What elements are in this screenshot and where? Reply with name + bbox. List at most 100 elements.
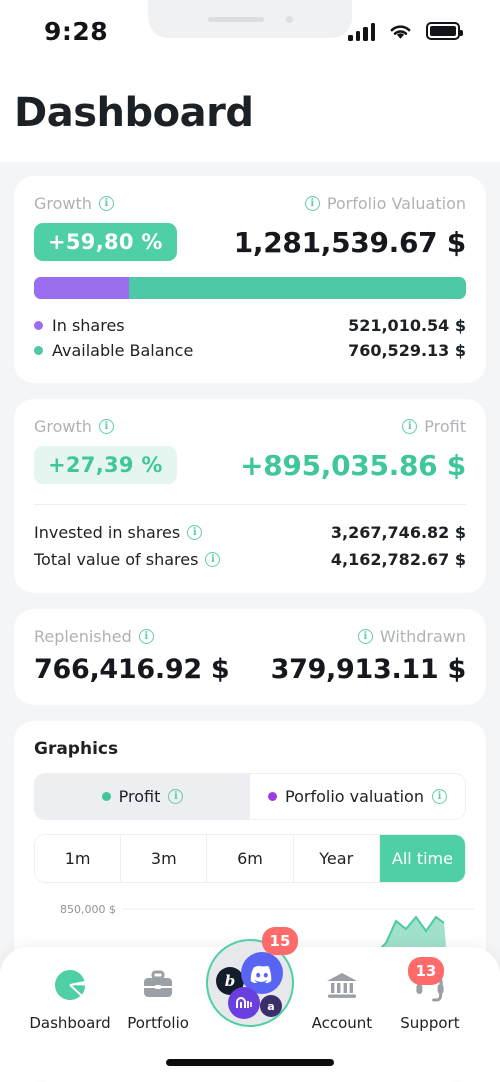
social-cluster-icon[interactable]: b a 15 [205, 927, 298, 1027]
phone-screen: 9:28 Dashboard Growth i i Porfolio Valua… [0, 0, 500, 1082]
app-icon[interactable]: a [259, 995, 282, 1017]
nav-label-portfolio: Portfolio [127, 1014, 189, 1032]
cashflow-card-header: Replenished i i Withdrawn [34, 627, 466, 646]
legend-label: In shares [52, 316, 125, 335]
allocation-available-segment [129, 277, 466, 299]
valuation-growth-label: Growth [34, 194, 92, 213]
bank-icon [322, 965, 362, 1005]
profit-divider [34, 504, 466, 505]
legend-item: In shares 521,010.54 $ [34, 313, 466, 338]
invested-in-shares-value: 3,267,746.82 $ [330, 523, 466, 542]
replenished-label: Replenished [34, 627, 132, 646]
battery-full-icon [426, 22, 463, 40]
valuation-card-header: Growth i i Porfolio Valuation [34, 194, 466, 213]
nav-label-dashboard: Dashboard [29, 1014, 111, 1032]
cashflow-values-row: 766,416.92 $ 379,913.11 $ [34, 654, 466, 685]
replenished-value: 766,416.92 $ [34, 654, 230, 685]
nav-label-support: Support [400, 1014, 460, 1032]
legend-dot-available-balance [34, 346, 43, 355]
portfolio-valuation-card: Growth i i Porfolio Valuation +59,80 % 1… [14, 176, 486, 383]
valuation-values-row: +59,80 % 1,281,539.67 $ [34, 223, 466, 261]
period-year[interactable]: Year [293, 835, 380, 882]
speaker-slot [207, 16, 264, 22]
profit-growth-label: Growth [34, 417, 92, 436]
support-badge-count: 13 [407, 957, 444, 985]
chart-period-selector[interactable]: 1m 3m 6m Year All time [34, 834, 466, 883]
nav-item-dashboard[interactable]: Dashboard [26, 965, 114, 1032]
portfolio-tab-dot [268, 792, 278, 801]
withdrawn-label: Withdrawn [379, 627, 466, 646]
legend-item: Available Balance 760,529.13 $ [34, 338, 466, 363]
wifi-icon [388, 22, 413, 41]
legend-value: 521,010.54 $ [348, 316, 466, 335]
replenished-label-group: Replenished i [34, 627, 154, 646]
status-icons [348, 22, 463, 41]
cashflow-card: Replenished i i Withdrawn 766,416.92 $ 3… [14, 609, 486, 705]
nav-label-account: Account [311, 1014, 373, 1032]
page-title: Dashboard [14, 90, 254, 136]
total-value-of-shares-label: Total value of shares [34, 550, 199, 569]
period-3m[interactable]: 3m [121, 835, 208, 882]
info-icon[interactable]: i [187, 525, 203, 540]
profit-amount: +895,035.86 $ [240, 448, 466, 482]
info-icon[interactable]: i [402, 419, 418, 434]
allocation-legend: In shares 521,010.54 $ Available Balance… [34, 313, 466, 363]
valuation-growth-badge: +59,80 % [34, 223, 177, 261]
y-axis-label: 850,000 $ [60, 903, 116, 916]
headset-icon: 13 [407, 957, 450, 1005]
front-camera-icon [285, 15, 293, 23]
invested-in-shares-label: Invested in shares [34, 523, 181, 542]
period-1m[interactable]: 1m [35, 835, 122, 882]
valuation-title-group: i Porfolio Valuation [304, 194, 466, 213]
tab-profit-label: Profit [118, 787, 161, 806]
device-notch [148, 0, 352, 38]
info-icon[interactable]: i [431, 789, 447, 804]
info-icon[interactable]: i [98, 196, 114, 211]
allocation-in-shares-segment [34, 277, 130, 299]
chart-series-tabs[interactable]: Profit i Porfolio valuation i [34, 773, 466, 820]
legend-dot-in-shares [34, 321, 43, 330]
signal-bars-icon [348, 22, 375, 41]
valuation-amount: 1,281,539.67 $ [233, 225, 467, 259]
info-icon[interactable]: i [98, 419, 114, 434]
info-icon[interactable]: i [304, 196, 320, 211]
valuation-growth-label-group: Growth i [34, 194, 114, 213]
info-icon[interactable]: i [168, 789, 184, 804]
info-icon[interactable]: i [138, 629, 154, 644]
profit-card-header: Growth i i Profit [34, 417, 466, 436]
tab-portfolio-valuation-label: Porfolio valuation [285, 787, 424, 806]
profit-growth-label-group: Growth i [34, 417, 114, 436]
profit-title-group: i Profit [402, 417, 466, 436]
profit-growth-badge: +27,39 % [34, 446, 177, 484]
graphics-title: Graphics [34, 739, 119, 759]
period-all-time[interactable]: All time [379, 835, 465, 882]
info-icon[interactable]: i [357, 629, 373, 644]
medium-icon[interactable] [227, 987, 260, 1019]
legend-label: Available Balance [52, 341, 194, 360]
tab-portfolio-valuation[interactable]: Porfolio valuation i [250, 774, 465, 819]
allocation-progress-bar [34, 277, 466, 299]
profit-card: Growth i i Profit +27,39 % +895,035.86 $… [14, 399, 486, 593]
info-icon[interactable]: i [205, 552, 221, 567]
table-row: Invested in shares i 3,267,746.82 $ [34, 519, 466, 546]
legend-value: 760,529.13 $ [348, 341, 466, 360]
profit-values-row: +27,39 % +895,035.86 $ [34, 446, 466, 484]
nav-item-portfolio[interactable]: Portfolio [114, 965, 202, 1032]
pie-chart-icon [50, 965, 90, 1005]
briefcase-icon [138, 965, 178, 1005]
bottom-navigation: Dashboard Portfolio b a 15 Account 13 Su… [0, 927, 500, 1082]
valuation-title: Porfolio Valuation [326, 194, 466, 213]
period-6m[interactable]: 6m [207, 835, 294, 882]
total-value-of-shares-value: 4,162,782.67 $ [330, 550, 466, 569]
home-indicator[interactable] [166, 1059, 334, 1066]
tab-profit[interactable]: Profit i [35, 774, 250, 819]
nav-item-account[interactable]: Account [298, 965, 386, 1032]
profit-title: Profit [424, 417, 466, 436]
table-row: Total value of shares i 4,162,782.67 $ [34, 546, 466, 573]
profit-tab-dot [101, 792, 111, 801]
status-bar: 9:28 [0, 0, 500, 62]
withdrawn-label-group: i Withdrawn [357, 627, 466, 646]
status-time: 9:28 [44, 16, 109, 46]
nav-item-support[interactable]: 13 Support [386, 957, 474, 1032]
social-badge-count: 15 [261, 927, 298, 955]
